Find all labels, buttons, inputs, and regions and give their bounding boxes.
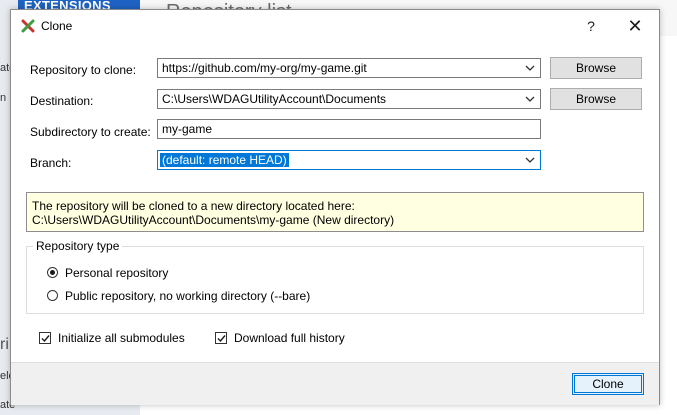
repository-type-group — [26, 246, 644, 314]
branch-value: (default: remote HEAD) — [160, 153, 289, 167]
radio-unselected-indicator[interactable] — [47, 290, 58, 301]
repository-to-clone-label: Repository to clone: — [30, 63, 137, 77]
browse-repository-button[interactable]: Browse — [550, 57, 642, 79]
public-repository-label[interactable]: Public repository, no working directory … — [65, 289, 310, 303]
chevron-down-icon[interactable] — [523, 61, 537, 75]
initialize-submodules-label[interactable]: Initialize all submodules — [58, 331, 185, 345]
clone-button[interactable]: Clone — [572, 373, 644, 395]
destination-value: C:\Users\WDAGUtilityAccount\Documents — [162, 92, 387, 106]
branch-label: Branch: — [30, 156, 72, 170]
radio-selected-indicator[interactable] — [47, 267, 58, 278]
checkbox-box[interactable] — [215, 332, 227, 344]
dialog-footer: Clone — [11, 362, 659, 405]
branch-combobox[interactable]: (default: remote HEAD) — [157, 150, 541, 170]
destination-label: Destination: — [30, 94, 94, 108]
checkmark-icon — [217, 335, 226, 343]
info-path: C:\Users\WDAGUtilityAccount\Documents\my… — [32, 213, 395, 227]
checkmark-icon — [41, 335, 50, 343]
info-line: The repository will be cloned to a new d… — [32, 199, 355, 213]
dialog-title: Clone — [41, 19, 73, 33]
dialog-titlebar[interactable]: Clone ? ✕ — [11, 10, 659, 42]
repository-url-combobox[interactable]: https://github.com/my-org/my-game.git — [157, 58, 541, 78]
destination-combobox[interactable]: C:\Users\WDAGUtilityAccount\Documents — [157, 89, 541, 109]
help-button[interactable]: ? — [581, 16, 601, 36]
browse-destination-button[interactable]: Browse — [550, 88, 642, 110]
chevron-down-icon[interactable] — [523, 153, 537, 167]
download-full-history-label[interactable]: Download full history — [234, 331, 345, 345]
subdirectory-input[interactable] — [157, 119, 541, 139]
checkbox-box[interactable] — [39, 332, 51, 344]
clone-destination-info: The repository will be cloned to a new d… — [26, 192, 644, 232]
sidebar-fragment: n — [0, 92, 7, 104]
close-button[interactable]: ✕ — [623, 16, 647, 36]
sidebar-fragment: ri — [0, 336, 9, 353]
repository-url-value: https://github.com/my-org/my-game.git — [162, 61, 367, 75]
chevron-down-icon[interactable] — [523, 92, 537, 106]
git-extensions-app-icon — [21, 19, 35, 33]
repository-type-legend: Repository type — [33, 239, 123, 253]
clone-dialog: Clone ? ✕ Repository to clone: https://g… — [10, 9, 660, 405]
subdirectory-label: Subdirectory to create: — [30, 125, 151, 139]
personal-repository-label[interactable]: Personal repository — [65, 266, 168, 280]
